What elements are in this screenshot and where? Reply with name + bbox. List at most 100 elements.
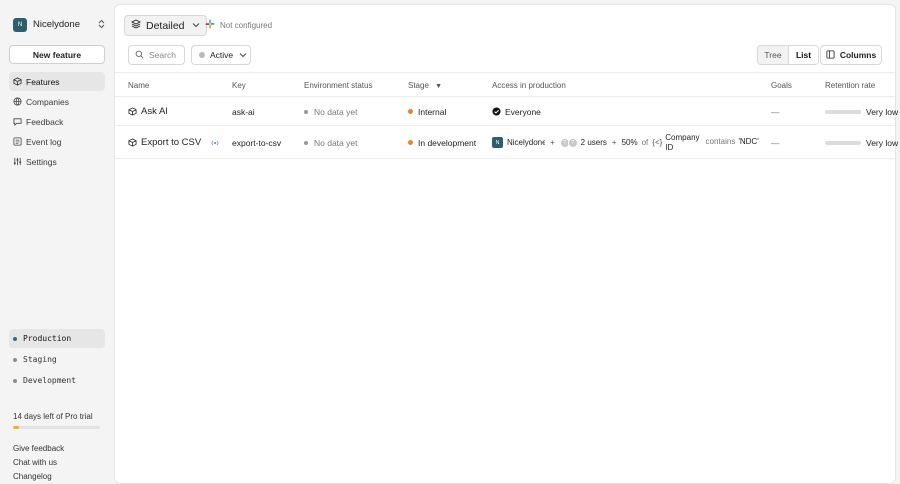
sort-desc-icon: ▼ bbox=[435, 83, 443, 90]
sidebar-item-companies[interactable]: Companies bbox=[9, 92, 105, 111]
org-avatar: N bbox=[13, 17, 27, 32]
main-panel: Detailed Not configured Search Active Tr… bbox=[114, 4, 898, 484]
access-percent: 50% bbox=[621, 138, 638, 147]
list-icon bbox=[13, 137, 22, 146]
changelog-link[interactable]: Changelog bbox=[13, 470, 64, 484]
env-label: Staging bbox=[23, 355, 57, 364]
access-attr: Company ID bbox=[665, 133, 699, 153]
org-name: Nicelydone bbox=[33, 19, 80, 30]
sidebar: N Nicelydone New feature Features Compan… bbox=[0, 0, 113, 484]
col-retention[interactable]: Retention rate bbox=[825, 81, 875, 90]
env-item-development[interactable]: Development bbox=[9, 371, 105, 390]
broadcast-icon bbox=[210, 139, 220, 147]
sidebar-nav: Features Companies Feedback Event log Se… bbox=[9, 72, 105, 172]
goals-cell: — bbox=[771, 106, 780, 117]
col-access[interactable]: Access in production bbox=[492, 81, 566, 90]
retention-bar bbox=[825, 109, 861, 114]
chevron-down-icon bbox=[239, 51, 247, 60]
chat-link[interactable]: Chat with us bbox=[13, 456, 64, 470]
status-filter-label: Active bbox=[210, 50, 234, 60]
env-status-cell: No data yet bbox=[304, 126, 357, 159]
access-company: Nicelydone bbox=[507, 138, 545, 147]
sidebar-item-label: Companies bbox=[26, 96, 69, 107]
retention-cell: Very low bbox=[825, 97, 898, 126]
view-mode-toggle: Tree List bbox=[757, 45, 819, 65]
sidebar-item-event-log[interactable]: Event log bbox=[9, 132, 105, 151]
env-item-staging[interactable]: Staging bbox=[9, 350, 105, 369]
col-goals[interactable]: Goals bbox=[771, 81, 792, 90]
integration-status: Not configured bbox=[220, 20, 273, 30]
env-status-cell: No data yet bbox=[304, 97, 357, 126]
view-selector[interactable]: Detailed bbox=[124, 15, 207, 36]
sidebar-item-settings[interactable]: Settings bbox=[9, 152, 105, 171]
feature-key: export-to-csv bbox=[232, 137, 282, 148]
check-circle-icon bbox=[492, 107, 501, 116]
stage-cell[interactable]: In development bbox=[408, 126, 476, 159]
access-cell[interactable]: Everyone bbox=[492, 97, 541, 126]
plus-icon: + bbox=[550, 138, 555, 147]
retention-cell: Very low bbox=[825, 126, 898, 159]
col-env-status[interactable]: Environment status bbox=[304, 81, 372, 90]
access-of: of bbox=[641, 138, 649, 147]
org-switcher[interactable]: N Nicelydone bbox=[13, 17, 105, 32]
feature-key: ask-ai bbox=[232, 106, 255, 117]
sidebar-item-label: Settings bbox=[26, 156, 57, 167]
access-op: contains bbox=[705, 137, 736, 146]
retention-bar bbox=[825, 140, 861, 145]
env-status-dot bbox=[304, 140, 308, 145]
table-row[interactable]: Ask AI ask-ai No data yet Internal Every… bbox=[115, 97, 898, 126]
env-status-dot bbox=[13, 357, 17, 362]
sidebar-links: Give feedback Chat with us Changelog bbox=[13, 442, 64, 484]
col-stage[interactable]: Stage ▼ bbox=[408, 81, 442, 90]
globe-icon bbox=[13, 97, 22, 106]
chevron-down-icon bbox=[192, 21, 200, 30]
feedback-icon bbox=[13, 117, 22, 126]
give-feedback-link[interactable]: Give feedback bbox=[13, 442, 64, 456]
access-users: 2 users bbox=[580, 138, 607, 147]
access-cell[interactable]: N Nicelydone + ? ? 2 users + 50% of {<} … bbox=[492, 126, 759, 159]
access-attr-line2: ID bbox=[665, 142, 674, 152]
access-text: Everyone bbox=[505, 106, 541, 117]
tree-view-button[interactable]: Tree bbox=[758, 46, 788, 64]
stage-cell[interactable]: Internal bbox=[408, 97, 446, 126]
trial-progress bbox=[13, 426, 100, 429]
status-filter[interactable]: Active bbox=[191, 45, 251, 65]
goals-cell: — bbox=[771, 137, 780, 148]
sidebar-item-feedback[interactable]: Feedback bbox=[9, 112, 105, 131]
stage-text: Internal bbox=[418, 106, 447, 117]
feature-name-cell[interactable]: Export to CSV bbox=[128, 126, 220, 159]
new-feature-button[interactable]: New feature bbox=[9, 45, 105, 64]
trial-label: 14 days left of Pro trial bbox=[13, 412, 93, 421]
columns-button[interactable]: Columns bbox=[820, 45, 882, 65]
sidebar-item-label: Event log bbox=[26, 136, 62, 147]
col-stage-label: Stage bbox=[408, 81, 429, 90]
env-status-dot bbox=[304, 109, 308, 114]
feature-name-cell[interactable]: Ask AI bbox=[128, 97, 168, 126]
environment-list: Production Staging Development bbox=[9, 329, 105, 392]
list-view-button[interactable]: List bbox=[788, 46, 818, 64]
col-key[interactable]: Key bbox=[232, 81, 246, 90]
slack-integration[interactable]: Not configured bbox=[205, 19, 272, 31]
search-placeholder: Search bbox=[149, 50, 176, 60]
access-value: 'NDC' bbox=[738, 137, 759, 146]
env-status-text: No data yet bbox=[314, 106, 358, 117]
col-name[interactable]: Name bbox=[128, 81, 149, 90]
retention-text: Very low bbox=[866, 137, 899, 148]
box-icon bbox=[128, 138, 137, 147]
columns-label: Columns bbox=[839, 50, 877, 60]
status-dot bbox=[199, 52, 205, 58]
sliders-icon bbox=[13, 157, 22, 166]
sidebar-item-features[interactable]: Features bbox=[9, 72, 105, 91]
table-header: Name Key Environment status Stage ▼ Acce… bbox=[115, 72, 895, 97]
stage-dot bbox=[408, 140, 413, 145]
search-icon bbox=[135, 50, 144, 61]
search-input[interactable]: Search bbox=[128, 45, 185, 65]
env-item-production[interactable]: Production bbox=[9, 329, 105, 348]
env-label: Production bbox=[23, 334, 72, 343]
sidebar-item-label: Features bbox=[26, 76, 60, 87]
table-row[interactable]: Export to CSV export-to-csv No data yet … bbox=[115, 126, 898, 159]
env-status-dot bbox=[13, 378, 17, 383]
access-attr-line1: Company bbox=[665, 132, 700, 142]
plus-icon: + bbox=[611, 138, 617, 147]
retention-text: Very low bbox=[866, 106, 899, 117]
